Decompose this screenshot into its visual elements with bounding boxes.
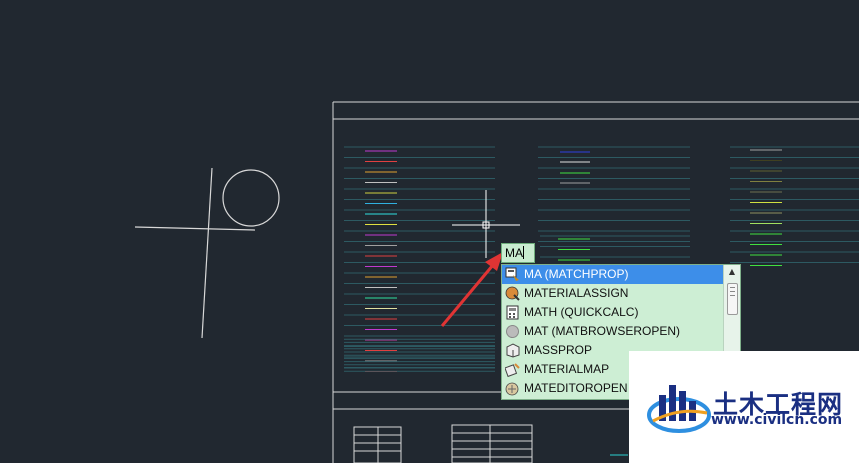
autocomplete-item[interactable]: MA (MATCHPROP) <box>502 265 724 284</box>
autocomplete-item-label: MATH (QUICKCALC) <box>524 305 639 319</box>
text-caret <box>523 246 524 259</box>
scrollbar-thumb[interactable] <box>727 283 738 315</box>
watermark-url: www.civilcn.com <box>711 412 843 428</box>
autocomplete-item-label: MATERIALASSIGN <box>524 286 629 300</box>
material-browser-icon <box>506 325 519 338</box>
autocomplete-item[interactable]: MATERIALASSIGN <box>502 284 724 303</box>
civilcn-logo-icon <box>647 385 711 433</box>
autocomplete-item-label: MATEDITOROPEN <box>524 381 628 395</box>
autocomplete-item-label: MAT (MATBROWSEROPEN) <box>524 324 680 338</box>
autocomplete-item[interactable]: MATH (QUICKCALC) <box>502 303 724 322</box>
massprop-icon <box>506 343 520 358</box>
bottom-tables <box>353 424 628 463</box>
scroll-up-icon[interactable]: ▲ <box>724 265 740 279</box>
site-watermark: 土木工程网 www.civilcn.com <box>629 351 859 463</box>
autocomplete-item-label: MASSPROP <box>524 343 593 357</box>
autocomplete-item-label: MATERIALMAP <box>524 362 610 376</box>
material-assign-icon <box>505 286 520 301</box>
command-input-text: MA <box>505 246 523 260</box>
sketch-geometry <box>134 167 280 339</box>
material-map-icon <box>505 363 520 377</box>
autocomplete-item-label: MA (MATCHPROP) <box>524 267 629 281</box>
autocomplete-item[interactable]: MAT (MATBROWSEROPEN) <box>502 322 724 341</box>
calculator-icon <box>506 305 519 320</box>
material-editor-icon <box>505 382 519 396</box>
dynamic-command-input[interactable]: MA <box>501 243 535 263</box>
matchprop-icon <box>505 267 519 281</box>
